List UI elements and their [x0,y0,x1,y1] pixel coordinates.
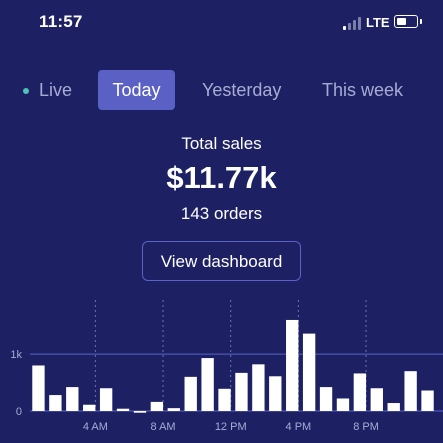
chart-bar [387,403,400,411]
chart-bar [404,371,417,411]
total-sales-label: Total sales [181,134,262,153]
battery-icon [394,15,418,28]
chart-bar [370,388,383,411]
tab-this-week[interactable]: This week [322,70,403,110]
tab-live[interactable]: Live [39,70,72,110]
chart-bar [269,376,282,411]
chart-bar [66,387,79,411]
chart-bar [184,376,197,411]
network-type: LTE [366,15,390,30]
chart-xtick-label: 8 AM [151,421,176,433]
chart-ytick-label: 0 [16,406,22,418]
chart-bar [319,387,333,411]
chart-bar [133,411,147,413]
chart-bar [286,319,299,411]
chart-bar [116,408,130,411]
chart-bar [235,372,248,411]
live-indicator-dot [23,88,29,94]
view-dashboard-button[interactable]: View dashboard [142,241,301,281]
chart-bar [83,404,96,411]
chart-bar [99,388,113,411]
battery-tip [420,19,422,24]
chart-bar [167,408,180,411]
chart-bar [49,395,62,411]
chart-ytick-label: 1k [10,349,22,361]
chart-xtick-label: 4 PM [286,421,312,433]
chart-bar [421,390,434,411]
tab-today[interactable]: Today [98,70,175,110]
total-sales-value: $11.77k [166,160,277,195]
chart-bar [150,401,164,411]
orders-count: 143 orders [180,204,263,223]
chart-bar [302,333,316,411]
chart-bar [32,365,45,411]
chart-bar [252,364,265,411]
hourly-sales-chart: 1k 0 4 AM 8 AM 12 PM 4 PM 8 PM [10,300,443,433]
tab-yesterday[interactable]: Yesterday [202,70,281,110]
chart-bar [353,373,367,411]
chart-xtick-label: 8 PM [353,421,379,433]
chart-bar [218,388,231,411]
chart-bar [336,398,350,411]
period-tabs: Live Today Yesterday This week [0,70,443,110]
chart-xtick-label: 12 PM [215,421,247,433]
chart-bar [201,358,214,411]
cellular-signal-icon [343,17,363,30]
status-bar: 11:57 LTE [0,0,443,46]
status-time: 11:57 [39,12,83,31]
chart-xtick-label: 4 AM [83,421,108,433]
